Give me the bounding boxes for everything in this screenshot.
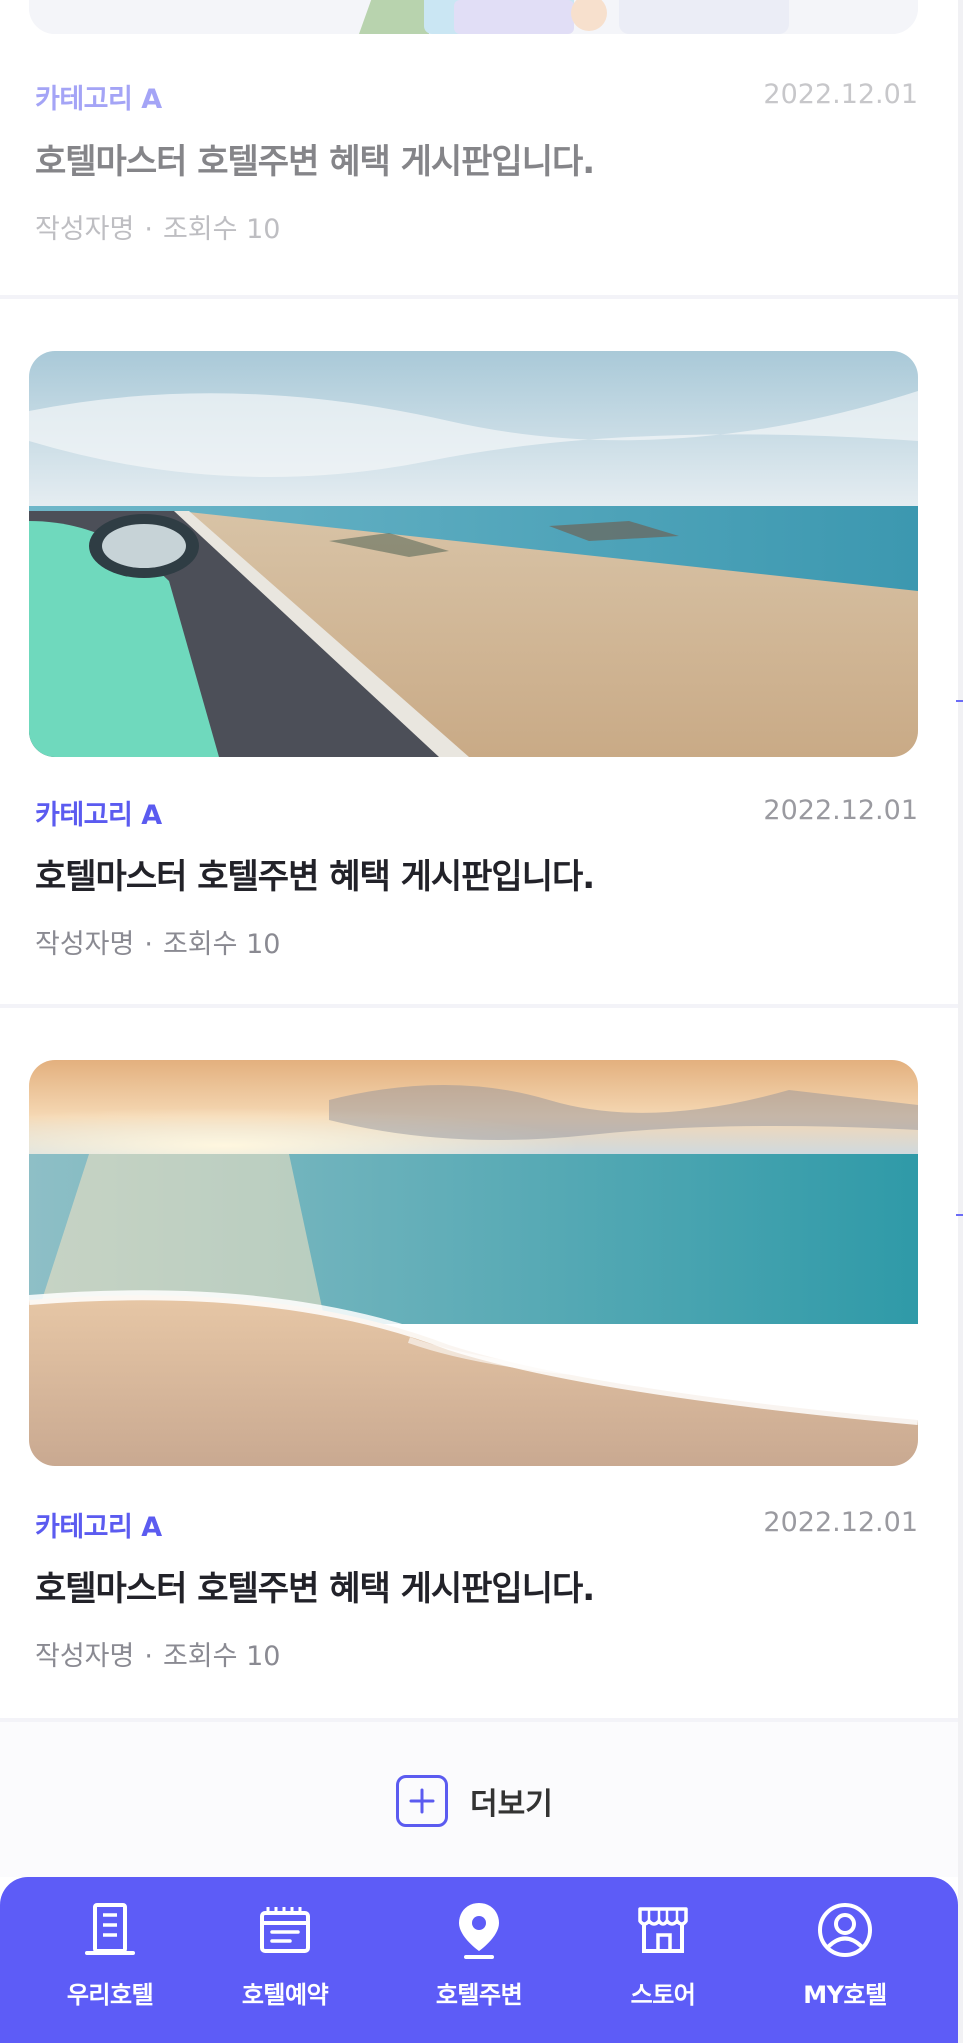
user-icon [818, 1903, 872, 1957]
post-author: 작성자명 [35, 929, 135, 960]
building-icon [85, 1903, 135, 1955]
post-views: 조회수 10 [162, 214, 281, 245]
coastal-road-image [29, 351, 918, 757]
store-icon [638, 1907, 688, 1953]
tab-my-hotel[interactable]: MY호텔 [770, 1899, 920, 2010]
location-pin-icon [459, 1903, 499, 1959]
post-card[interactable]: 카테고리 A 2022.12.01 호텔마스터 호텔주변 혜택 게시판입니다. … [0, 0, 958, 295]
sunset-beach-image [29, 1060, 918, 1466]
illustration-image [29, 0, 918, 34]
calendar-icon [260, 1907, 310, 1953]
post-meta: 작성자명 · 조회수 10 [35, 207, 280, 246]
app-screen: 카테고리 A 2022.12.01 호텔마스터 호텔주변 혜택 게시판입니다. … [0, 0, 963, 2043]
tab-store[interactable]: 스토어 [588, 1899, 738, 2010]
tab-label: 호텔예약 [241, 1981, 329, 2009]
load-more-section: 더보기 [0, 1722, 958, 1877]
post-meta: 작성자명 · 조회수 10 [35, 922, 280, 961]
post-title: 호텔마스터 호텔주변 혜택 게시판입니다. [35, 1569, 595, 1609]
meta-separator: · [144, 1641, 153, 1672]
post-views: 조회수 10 [162, 1641, 281, 1672]
load-more-button[interactable]: 더보기 [396, 1775, 553, 1827]
tab-our-hotel[interactable]: 우리호텔 [35, 1899, 185, 2010]
bottom-tab-bar: 우리호텔 호텔예약 호텔주변 스토어 MY호텔 [0, 1877, 958, 2043]
meta-separator: · [144, 929, 153, 960]
post-meta: 작성자명 · 조회수 10 [35, 1634, 280, 1673]
meta-separator: · [144, 214, 153, 245]
post-date: 2022.12.01 [763, 1507, 918, 1538]
tab-label: 우리호텔 [66, 1981, 154, 2009]
post-title: 호텔마스터 호텔주변 혜택 게시판입니다. [35, 142, 595, 182]
plus-icon [396, 1775, 448, 1827]
tab-label: 스토어 [630, 1981, 696, 2009]
scroll-edge [958, 0, 963, 2043]
post-card[interactable]: 카테고리 A 2022.12.01 호텔마스터 호텔주변 혜택 게시판입니다. … [0, 1008, 958, 1720]
post-date: 2022.12.01 [763, 79, 918, 110]
edge-marker [956, 1214, 963, 1216]
post-title: 호텔마스터 호텔주변 혜택 게시판입니다. [35, 857, 595, 897]
post-category: 카테고리 A [35, 800, 162, 831]
load-more-label: 더보기 [470, 1787, 553, 1822]
post-date: 2022.12.01 [763, 795, 918, 826]
tab-hotel-booking[interactable]: 호텔예약 [210, 1899, 360, 2010]
post-views: 조회수 10 [162, 929, 281, 960]
post-author: 작성자명 [35, 1641, 135, 1672]
post-category: 카테고리 A [35, 84, 162, 115]
tab-label: MY호텔 [803, 1981, 887, 2009]
post-author: 작성자명 [35, 214, 135, 245]
post-card[interactable]: 카테고리 A 2022.12.01 호텔마스터 호텔주변 혜택 게시판입니다. … [0, 299, 958, 1004]
tab-hotel-nearby[interactable]: 호텔주변 [404, 1899, 554, 2010]
post-category: 카테고리 A [35, 1512, 162, 1543]
edge-marker [956, 700, 963, 702]
tab-label: 호텔주변 [435, 1981, 523, 2009]
